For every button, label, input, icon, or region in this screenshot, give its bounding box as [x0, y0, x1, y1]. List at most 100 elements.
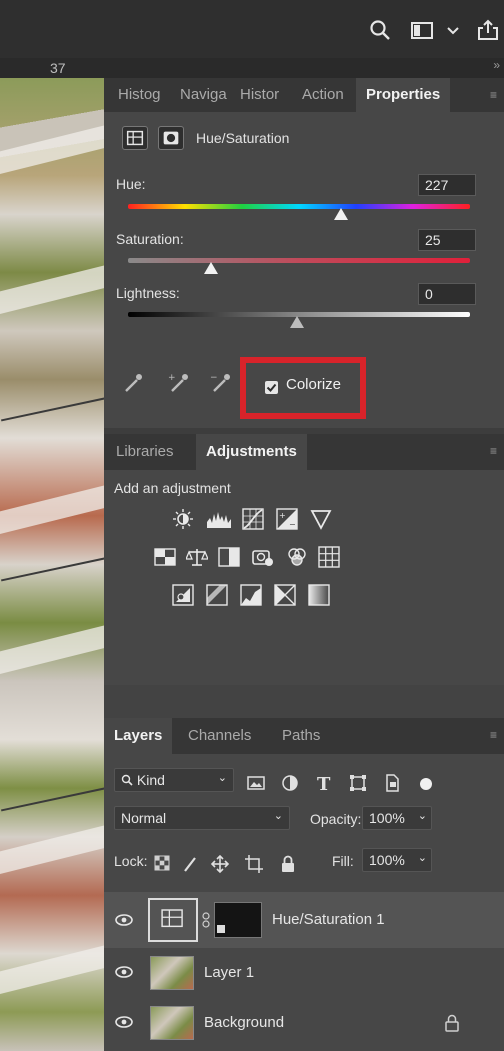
fill-label: Fill:	[332, 853, 354, 869]
tab-navigator[interactable]: Naviga	[180, 78, 232, 112]
adjustment-settings-icon[interactable]	[122, 126, 148, 150]
adjustment-title: Hue/Saturation	[196, 130, 290, 146]
saturation-label: Saturation:	[116, 231, 184, 247]
colorize-highlight: Colorize	[240, 357, 366, 419]
fill-value: 100%	[369, 852, 405, 868]
chevron-down-icon: ⌄	[417, 810, 427, 822]
filter-smart-object-icon[interactable]	[382, 773, 402, 793]
layers-tab-row: Layers Channels Paths ≡	[104, 718, 504, 754]
visibility-eye-icon[interactable]	[114, 912, 134, 928]
document-canvas[interactable]	[0, 78, 104, 1051]
black-white-icon[interactable]	[218, 546, 240, 568]
lightness-field[interactable]: 0	[418, 283, 476, 305]
hue-label: Hue:	[116, 176, 146, 192]
lock-all-icon[interactable]	[278, 854, 298, 874]
hue-slider-thumb[interactable]	[334, 208, 348, 220]
brightness-icon[interactable]	[172, 508, 194, 530]
photo-filter-icon[interactable]	[252, 546, 274, 568]
lock-position-icon[interactable]	[210, 854, 230, 874]
layer-row-layer-1[interactable]: Layer 1	[104, 948, 504, 998]
tab-libraries[interactable]: Libraries	[116, 434, 188, 470]
color-lookup-icon[interactable]	[318, 546, 340, 568]
visibility-eye-icon[interactable]	[114, 1014, 134, 1030]
layer-name[interactable]: Background	[204, 1014, 284, 1031]
saturation-slider-thumb[interactable]	[204, 262, 218, 274]
saturation-field[interactable]: 25	[418, 229, 476, 251]
svg-text:+: +	[168, 373, 176, 383]
layer-thumbnail[interactable]	[150, 1006, 194, 1040]
filter-kind-label: Kind	[136, 772, 165, 788]
exposure-icon[interactable]: + −	[276, 508, 298, 530]
tab-paths[interactable]: Paths	[282, 718, 332, 754]
search-icon[interactable]	[368, 18, 392, 42]
threshold-icon[interactable]	[240, 584, 262, 606]
layer-mask-thumbnail[interactable]	[214, 902, 262, 938]
visibility-eye-icon[interactable]	[114, 964, 134, 980]
lock-fill-row: Lock: Fill: 100% ⌄	[104, 848, 504, 882]
gradient-map-icon[interactable]	[308, 584, 330, 606]
mask-settings-icon[interactable]	[158, 126, 184, 150]
layer-row-hue-saturation[interactable]: Hue/Saturation 1	[104, 892, 504, 948]
adjustments-menu-icon[interactable]: ≡	[490, 434, 504, 468]
opacity-field[interactable]: 100% ⌄	[362, 806, 432, 830]
selective-color-icon[interactable]	[274, 584, 296, 606]
lightness-label: Lightness:	[116, 285, 180, 301]
opacity-value: 100%	[369, 810, 405, 826]
share-icon[interactable]	[476, 18, 500, 42]
filter-shape-icon[interactable]	[348, 773, 368, 793]
gradient-triangle-icon[interactable]	[310, 508, 332, 530]
invert-icon[interactable]	[172, 584, 194, 606]
filter-type-icon[interactable]: T	[314, 773, 334, 793]
svg-text:−: −	[210, 373, 218, 383]
lock-artboard-icon[interactable]	[244, 854, 264, 874]
tab-properties[interactable]: Properties	[356, 78, 451, 112]
properties-tab-row: Histog Naviga Histor Action Properties ≡	[104, 78, 504, 112]
layer-row-background[interactable]: Background	[104, 998, 504, 1048]
chevron-down-icon[interactable]	[446, 18, 460, 42]
fill-field[interactable]: 100% ⌄	[362, 848, 432, 872]
hue-slider[interactable]	[128, 204, 470, 209]
chain-link-icon[interactable]	[202, 912, 210, 928]
layer-name[interactable]: Hue/Saturation 1	[272, 911, 385, 928]
adjustment-layer-thumbnail[interactable]	[148, 898, 198, 942]
layers-menu-icon[interactable]: ≡	[490, 718, 504, 752]
vibrance-icon[interactable]	[154, 546, 176, 568]
panel-menu-icon[interactable]: ≡	[490, 78, 504, 112]
panel-overflow-icon[interactable]: »	[493, 58, 500, 72]
eyedropper-icon[interactable]	[120, 370, 146, 396]
tab-layers[interactable]: Layers	[104, 718, 173, 754]
lock-image-pixels-icon[interactable]	[182, 855, 200, 873]
layer-thumbnail[interactable]	[150, 956, 194, 990]
filter-toggle-icon[interactable]	[420, 778, 432, 790]
filter-kind-select[interactable]: Kind ⌄	[114, 768, 234, 792]
color-balance-icon[interactable]	[186, 546, 208, 568]
blend-mode-select[interactable]: Normal ⌄	[114, 806, 290, 830]
channel-mixer-icon[interactable]	[286, 546, 308, 568]
saturation-slider[interactable]	[128, 258, 470, 263]
panel-dock: Histog Naviga Histor Action Properties ≡…	[104, 78, 504, 1051]
eyedropper-minus-icon[interactable]: −	[208, 370, 234, 396]
filter-adjustment-icon[interactable]	[280, 773, 300, 793]
tab-channels[interactable]: Channels	[188, 718, 260, 754]
tab-adjustments[interactable]: Adjustments	[196, 434, 307, 470]
colorize-checkbox[interactable]	[265, 381, 278, 394]
document-tab[interactable]: 37	[50, 60, 66, 76]
svg-text:T: T	[317, 774, 331, 793]
svg-text:+: +	[279, 511, 286, 520]
layer-name[interactable]: Layer 1	[204, 964, 254, 981]
hue-field[interactable]: 227	[418, 174, 476, 196]
posterize-icon[interactable]	[206, 584, 228, 606]
tab-actions[interactable]: Action	[302, 78, 354, 112]
levels-icon[interactable]	[206, 508, 232, 530]
lock-transparent-pixels-icon[interactable]	[154, 855, 170, 871]
tab-histogram[interactable]: Histog	[118, 78, 170, 112]
workspace-icon[interactable]	[410, 18, 434, 42]
curves-icon[interactable]	[242, 508, 264, 530]
filter-pixel-icon[interactable]	[246, 773, 266, 793]
chevron-down-icon: ⌄	[417, 852, 427, 864]
colorize-label[interactable]: Colorize	[286, 376, 341, 393]
eyedropper-plus-icon[interactable]: +	[166, 370, 192, 396]
layers-panel: Kind ⌄ T Normal ⌄ Opacity: 100% ⌄ Lock: …	[104, 754, 504, 1051]
tab-history[interactable]: Histor	[240, 78, 292, 112]
lightness-slider-thumb[interactable]	[290, 316, 304, 328]
